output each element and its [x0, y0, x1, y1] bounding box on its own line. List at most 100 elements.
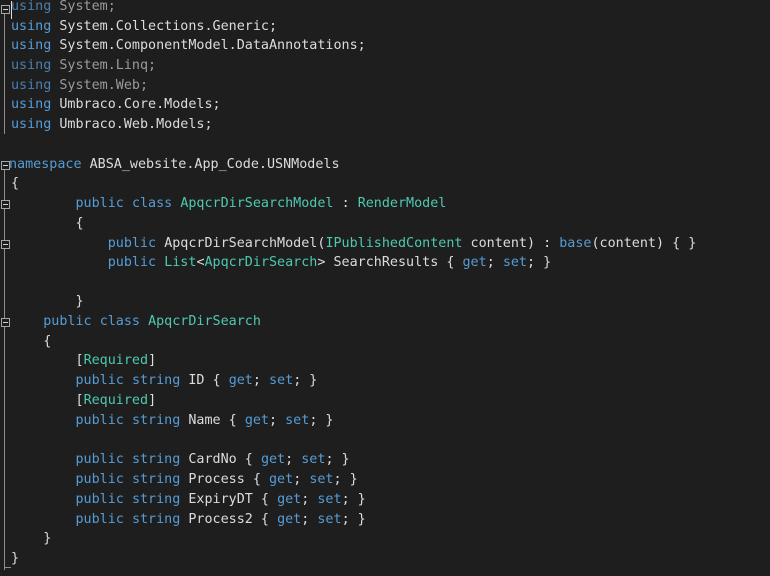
code-editor[interactable]: using System; using System.Collections.G…	[0, 0, 770, 576]
keyword: set	[309, 472, 334, 487]
code-line[interactable]: public List<ApqcrDirSearch> SearchResult…	[11, 253, 551, 273]
keyword: set	[269, 373, 294, 388]
keyword: public	[107, 236, 157, 251]
keyword: class	[131, 196, 173, 211]
keyword: get	[244, 413, 269, 428]
namespace-ref: System.ComponentModel.DataAnnotations;	[59, 38, 366, 53]
punctuation: ; }	[293, 373, 318, 388]
code-line[interactable]: {	[11, 174, 19, 194]
code-line[interactable]: public string Name { get; set; }	[11, 411, 334, 431]
namespace-ref: System;	[59, 0, 116, 14]
punctuation: ]	[148, 393, 157, 408]
keyword: using	[11, 58, 52, 73]
code-line[interactable]: {	[11, 214, 84, 234]
code-line[interactable]: using System.Web;	[11, 76, 148, 96]
keyword: public	[107, 255, 157, 270]
brace: {	[11, 176, 20, 191]
class-name: ApqcrDirSearch	[148, 314, 261, 329]
code-line[interactable]: public string ID { get; set; }	[11, 371, 318, 391]
punctuation: ;	[301, 512, 318, 527]
keyword: public	[75, 512, 124, 527]
constructor-body: (content) { }	[591, 236, 697, 251]
punctuation: ;	[269, 413, 286, 428]
keyword: get	[462, 255, 487, 270]
keyword: public	[75, 452, 124, 467]
fold-guide	[4, 12, 5, 134]
keyword: public	[75, 196, 124, 211]
fold-guide-end	[4, 567, 11, 568]
punctuation: ]	[148, 353, 157, 368]
code-line[interactable]: public class ApqcrDirSearchModel : Rende…	[11, 194, 447, 214]
namespace-ref: Umbraco.Core.Models;	[59, 97, 221, 112]
collapse-icon[interactable]	[1, 5, 10, 14]
namespace-name: ABSA_website.App_Code.USNModels	[89, 157, 340, 172]
punctuation: ; }	[341, 512, 366, 527]
code-line[interactable]: using Umbraco.Web.Models;	[11, 115, 213, 135]
code-line[interactable]: public string CardNo { get; set; }	[11, 450, 350, 470]
punctuation: ; }	[333, 472, 358, 487]
code-line[interactable]: public string ExpiryDT { get; set; }	[11, 490, 366, 510]
keyword: set	[317, 492, 342, 507]
keyword: using	[11, 97, 52, 112]
namespace-ref: System.Web;	[59, 78, 149, 93]
code-line[interactable]: }	[11, 529, 51, 549]
code-line[interactable]: public ApqcrDirSearchModel(IPublishedCon…	[11, 234, 697, 254]
keyword: public	[43, 314, 92, 329]
namespace-ref: System.Linq;	[59, 58, 157, 73]
code-line[interactable]: using Umbraco.Core.Models;	[11, 95, 221, 115]
collapse-icon[interactable]	[1, 318, 10, 327]
brace: {	[75, 216, 84, 231]
code-line[interactable]: using System.ComponentModel.DataAnnotati…	[11, 36, 366, 56]
code-line[interactable]: [Required]	[11, 391, 157, 411]
punctuation: ;	[285, 452, 302, 467]
code-line[interactable]: {	[11, 332, 51, 352]
property-name: SearchResults {	[325, 255, 463, 270]
keyword: class	[99, 314, 140, 329]
keyword: string	[131, 452, 181, 467]
punctuation: ; }	[309, 413, 334, 428]
code-line[interactable]: }	[11, 549, 19, 569]
type-name: List	[164, 255, 197, 270]
punctuation: ;	[486, 255, 503, 270]
code-line[interactable]: using System;	[11, 0, 116, 17]
brace: {	[43, 334, 52, 349]
class-name: ApqcrDirSearchModel	[180, 196, 334, 211]
keyword: using	[11, 117, 52, 132]
punctuation: :	[341, 196, 350, 211]
keyword: set	[301, 452, 326, 467]
brace: }	[11, 551, 20, 566]
property-name: Process2 {	[180, 512, 278, 527]
keyword: string	[131, 472, 181, 487]
code-line[interactable]: public string Process2 { get; set; }	[11, 510, 366, 530]
punctuation: <	[196, 255, 205, 270]
keyword: namespace	[9, 157, 82, 172]
type-name: RenderModel	[357, 196, 447, 211]
outline-gutter	[0, 0, 11, 576]
code-line[interactable]: public class ApqcrDirSearch	[11, 312, 261, 332]
code-line[interactable]: namespace ABSA_website.App_Code.USNModel…	[9, 155, 340, 175]
keyword: using	[11, 78, 52, 93]
keyword: get	[260, 452, 286, 467]
namespace-ref: System.Collections.Generic;	[59, 19, 278, 34]
keyword: using	[11, 0, 52, 14]
keyword: get	[228, 373, 253, 388]
punctuation: ;	[301, 492, 318, 507]
code-line[interactable]: [Required]	[11, 351, 157, 371]
property-name: Process {	[180, 472, 269, 487]
collapse-icon[interactable]	[1, 240, 10, 249]
type-name: ApqcrDirSearch	[204, 255, 318, 270]
code-line[interactable]: public string Process { get; set; }	[11, 470, 358, 490]
code-line[interactable]: }	[11, 292, 84, 312]
keyword: get	[277, 512, 302, 527]
collapse-icon[interactable]	[1, 200, 10, 209]
keyword: set	[317, 512, 342, 527]
code-line[interactable]: using System.Collections.Generic;	[11, 17, 277, 37]
keyword: string	[131, 373, 181, 388]
property-name: ExpiryDT {	[180, 492, 278, 507]
punctuation: ; }	[341, 492, 366, 507]
code-line[interactable]: using System.Linq;	[11, 56, 156, 76]
keyword: public	[75, 472, 124, 487]
keyword: string	[131, 492, 181, 507]
keyword: public	[75, 413, 124, 428]
keyword: using	[11, 38, 52, 53]
